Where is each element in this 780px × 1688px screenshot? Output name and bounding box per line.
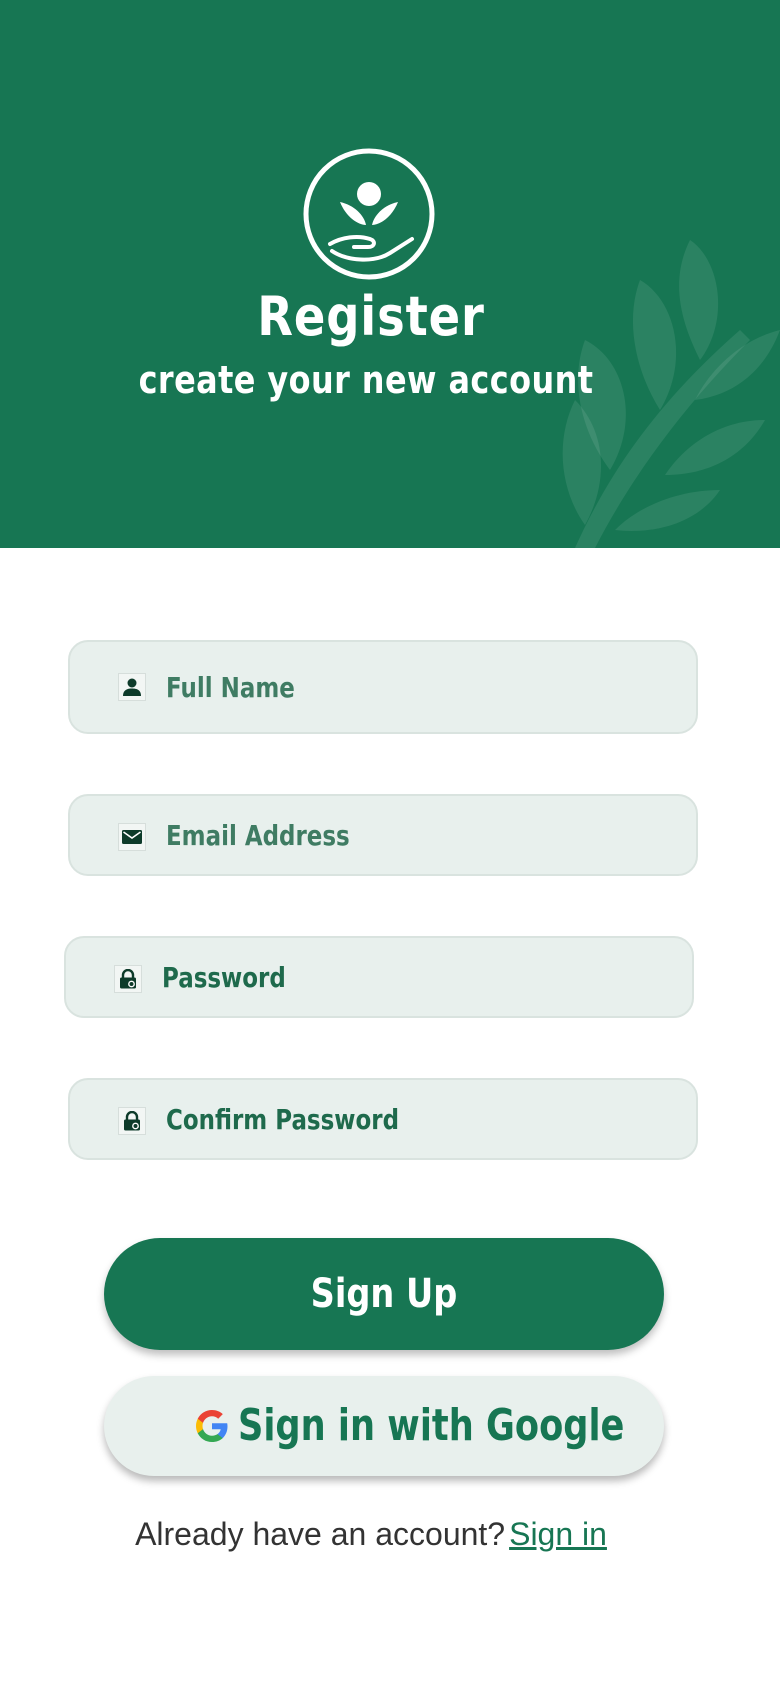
page-title: Register [257, 285, 485, 348]
full-name-placeholder: Full Name [166, 671, 295, 704]
sign-up-label: Sign Up [310, 1271, 458, 1317]
confirm-password-field[interactable]: Confirm Password [68, 1078, 698, 1160]
email-field[interactable]: Email Address [68, 794, 698, 876]
already-have-account-text: Already have an account? [135, 1516, 506, 1552]
password-placeholder: Password [162, 961, 286, 994]
confirm-password-placeholder: Confirm Password [166, 1103, 400, 1136]
page-subtitle: create your new account [138, 358, 594, 402]
full-name-field[interactable]: Full Name [68, 640, 698, 734]
lock-icon [118, 1107, 146, 1135]
email-placeholder: Email Address [166, 819, 350, 852]
google-sign-in-button[interactable]: Sign in with Google [104, 1376, 664, 1476]
mail-icon [118, 823, 146, 851]
lock-icon [114, 965, 142, 993]
plant-in-hand-icon [303, 148, 435, 280]
header-banner: Register create your new account [0, 0, 780, 548]
google-g-icon [196, 1410, 228, 1442]
sign-in-link[interactable]: Sign in [509, 1516, 607, 1552]
sign-in-prompt: Already have an account? Sign in [0, 1510, 742, 1558]
google-sign-in-label: Sign in with Google [238, 1400, 625, 1451]
person-icon [118, 673, 146, 701]
sign-up-button[interactable]: Sign Up [104, 1238, 664, 1350]
password-field[interactable]: Password [64, 936, 694, 1018]
register-screen: Register create your new account Full Na… [0, 0, 780, 1688]
